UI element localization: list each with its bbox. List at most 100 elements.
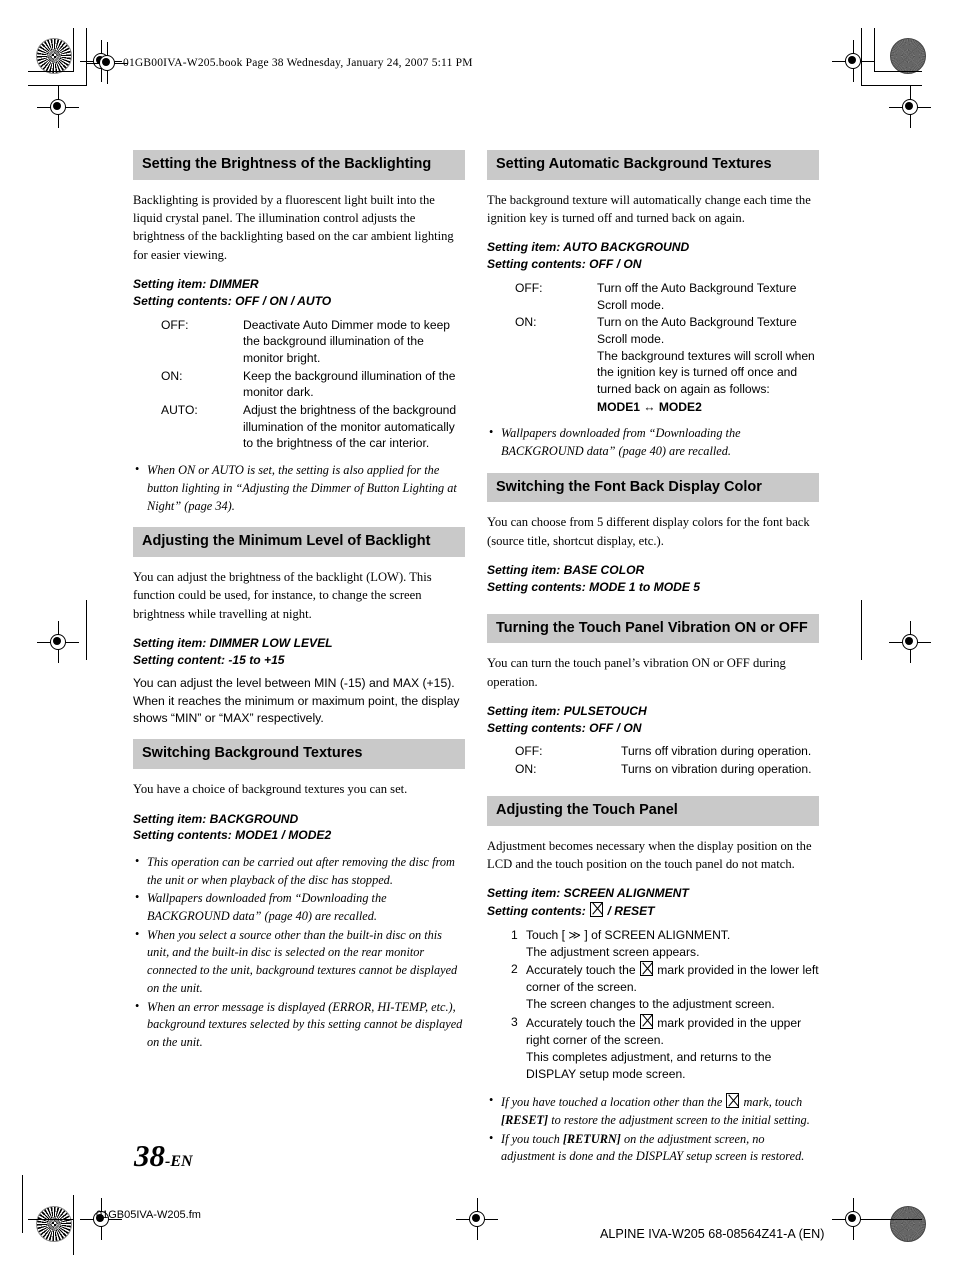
registration-crosshair-right-middle bbox=[889, 621, 931, 663]
definition-row: OFF: Turn off the Auto Background Textur… bbox=[515, 280, 819, 313]
definition-list: OFF: Turn off the Auto Background Textur… bbox=[487, 280, 819, 416]
manual-page: 01GB00IVA-W205.book Page 38 Wednesday, J… bbox=[0, 0, 954, 1278]
setting-block: Setting item: DIMMER Setting contents: O… bbox=[133, 276, 465, 309]
definition-desc-sub: The background textures will scroll when… bbox=[597, 348, 815, 396]
registration-crosshair-left-middle bbox=[37, 621, 79, 663]
section-heading: Adjusting the Touch Panel bbox=[487, 795, 819, 826]
definition-list: OFF: Deactivate Auto Dimmer mode to keep… bbox=[133, 317, 465, 453]
definition-row: OFF: Deactivate Auto Dimmer mode to keep… bbox=[161, 317, 465, 367]
crosshair-target-mark-icon bbox=[639, 1013, 653, 1029]
definition-desc: Turn on the Auto Background Texture Scro… bbox=[597, 314, 819, 415]
crop-mark-line bbox=[73, 1195, 74, 1255]
definition-term: AUTO: bbox=[161, 403, 198, 418]
section-body: Adjustment becomes necessary when the di… bbox=[487, 838, 812, 871]
definition-term: OFF: bbox=[515, 744, 543, 759]
crop-mark-line bbox=[874, 1219, 922, 1220]
setting-contents-suffix: / RESET bbox=[604, 903, 655, 918]
section-heading: Switching the Font Back Display Color bbox=[487, 472, 819, 503]
halftone-star-target-bottom-left bbox=[36, 1206, 72, 1242]
definition-desc-main: Turn on the Auto Background Texture Scro… bbox=[597, 315, 797, 346]
section-heading: Setting the Brightness of the Backlighti… bbox=[133, 150, 465, 180]
setting-item: Setting item: BACKGROUND bbox=[133, 811, 299, 826]
step-text: Touch [ ≫ ] of SCREEN ALIGNMENT. bbox=[526, 927, 731, 942]
crop-mark-line bbox=[73, 28, 74, 72]
section-touch-panel-vibration: Turning the Touch Panel Vibration ON or … bbox=[487, 613, 819, 778]
crop-mark-line bbox=[28, 1219, 74, 1220]
definition-desc: Deactivate Auto Dimmer mode to keep the … bbox=[243, 317, 451, 365]
note-item: When ON or AUTO is set, the setting is a… bbox=[133, 461, 465, 515]
definition-row: AUTO: Adjust the brightness of the backg… bbox=[161, 402, 465, 452]
setting-block: Setting item: BASE COLOR Setting content… bbox=[487, 562, 819, 595]
note-item: If you touch [RETURN] on the adjustment … bbox=[487, 1130, 819, 1166]
crosshair-target-mark-icon bbox=[639, 961, 653, 976]
setting-contents: Setting contents: MODE1 / MODE2 bbox=[133, 828, 332, 843]
step-item: 3 Accurately touch the mark provided in … bbox=[511, 1013, 819, 1084]
note-item: Wallpapers downloaded from “Downloading … bbox=[487, 424, 819, 460]
footer-filename: 01GB05IVA-W205.fm bbox=[96, 1209, 201, 1221]
section-body: You can choose from 5 different display … bbox=[487, 515, 810, 548]
section-heading: Adjusting the Minimum Level of Backlight bbox=[133, 527, 465, 557]
setting-contents: Setting contents: OFF / ON bbox=[487, 720, 642, 735]
setting-item: Setting item: PULSETOUCH bbox=[487, 704, 647, 719]
step-list: 1 Touch [ ≫ ] of SCREEN ALIGNMENT. The a… bbox=[487, 927, 819, 1084]
definition-desc: Adjust the brightness of the background … bbox=[243, 403, 457, 451]
crop-mark-line bbox=[86, 600, 87, 660]
definition-term: OFF: bbox=[515, 280, 543, 295]
section-body: You can adjust the brightness of the bac… bbox=[133, 569, 432, 621]
step-text-before: Accurately touch the bbox=[526, 963, 639, 977]
section-body: Backlighting is provided by a fluorescen… bbox=[133, 192, 454, 262]
step-item: 2 Accurately touch the mark provided in … bbox=[511, 961, 819, 1014]
step-item: 1 Touch [ ≫ ] of SCREEN ALIGNMENT. The a… bbox=[511, 927, 819, 961]
note-bold-key: [RETURN] bbox=[562, 1131, 621, 1146]
note-item: If you have touched a location other tha… bbox=[487, 1092, 819, 1129]
footer-model-code: ALPINE IVA-W205 68-08564Z41-A (EN) bbox=[600, 1227, 825, 1241]
setting-contents: Setting contents: / RESET bbox=[487, 901, 819, 920]
definition-term: ON: bbox=[515, 315, 537, 330]
crosshair-target-mark-icon bbox=[726, 1093, 740, 1109]
registration-crosshair-top-right bbox=[832, 40, 874, 82]
definition-row: OFF: Turns off vibration during operatio… bbox=[515, 743, 819, 760]
setting-block: Setting item: DIMMER LOW LEVEL Setting c… bbox=[133, 635, 465, 668]
section-heading: Turning the Touch Panel Vibration ON or … bbox=[487, 613, 819, 644]
crop-mark-line bbox=[22, 1175, 23, 1233]
mode-toggle-line: MODE1 ↔ MODE2 bbox=[597, 399, 702, 414]
note-text-after-icon: mark, touch bbox=[740, 1095, 803, 1110]
note-bold-key: [RESET] bbox=[501, 1112, 549, 1127]
crop-mark-line bbox=[874, 71, 922, 72]
page-number-value: 38 bbox=[134, 1138, 165, 1173]
definition-desc: Turns off vibration during operation. bbox=[621, 744, 812, 759]
page-number-suffix: -EN bbox=[165, 1153, 193, 1170]
setting-block: Setting item: BACKGROUND Setting content… bbox=[133, 811, 465, 844]
step-result: This completes adjustment, and returns t… bbox=[526, 1049, 772, 1082]
definition-desc: Keep the background illumination of the … bbox=[243, 368, 456, 400]
setting-item: Setting item: BASE COLOR bbox=[487, 563, 645, 578]
crosshair-target-mark-icon bbox=[590, 901, 604, 917]
right-column: Setting Automatic Background Textures Th… bbox=[487, 150, 819, 1178]
halftone-star-target-bottom-right bbox=[890, 1206, 926, 1242]
setting-item: Setting item: AUTO BACKGROUND bbox=[487, 240, 690, 255]
crop-mark-line bbox=[861, 600, 862, 660]
registration-crosshair-bottom-center bbox=[456, 1198, 498, 1240]
step-number: 3 bbox=[511, 1014, 518, 1029]
definition-row: ON: Turn on the Auto Background Texture … bbox=[515, 314, 819, 415]
setting-contents: Setting content: -15 to +15 bbox=[133, 652, 285, 667]
setting-item: Setting item: SCREEN ALIGNMENT bbox=[487, 886, 689, 901]
section-minimum-backlight: Adjusting the Minimum Level of Backlight… bbox=[133, 527, 465, 727]
definition-desc: Turn off the Auto Background Texture Scr… bbox=[597, 280, 797, 312]
setting-contents-prefix: Setting contents: bbox=[487, 903, 590, 918]
note-text-before: If you touch bbox=[501, 1131, 563, 1146]
section-heading: Setting Automatic Background Textures bbox=[487, 150, 819, 180]
registration-crosshair-bottom-right bbox=[832, 1198, 874, 1240]
section-adjusting-touch-panel: Adjusting the Touch Panel Adjustment bec… bbox=[487, 795, 819, 1166]
crop-mark-line bbox=[861, 85, 922, 86]
definition-row: ON: Turns on vibration during operation. bbox=[515, 761, 819, 778]
note-list: Wallpapers downloaded from “Downloading … bbox=[487, 424, 819, 460]
note-item: This operation can be carried out after … bbox=[133, 853, 465, 889]
setting-block: Setting item: SCREEN ALIGNMENT Setting c… bbox=[487, 885, 819, 919]
page-number: 38-EN bbox=[134, 1140, 193, 1171]
definition-row: ON: Keep the background illumination of … bbox=[161, 368, 465, 401]
note-item: When you select a source other than the … bbox=[133, 926, 465, 998]
note-item: Wallpapers downloaded from “Downloading … bbox=[133, 889, 465, 925]
halftone-star-target-top-right bbox=[890, 38, 926, 74]
setting-item: Setting item: DIMMER bbox=[133, 277, 259, 292]
